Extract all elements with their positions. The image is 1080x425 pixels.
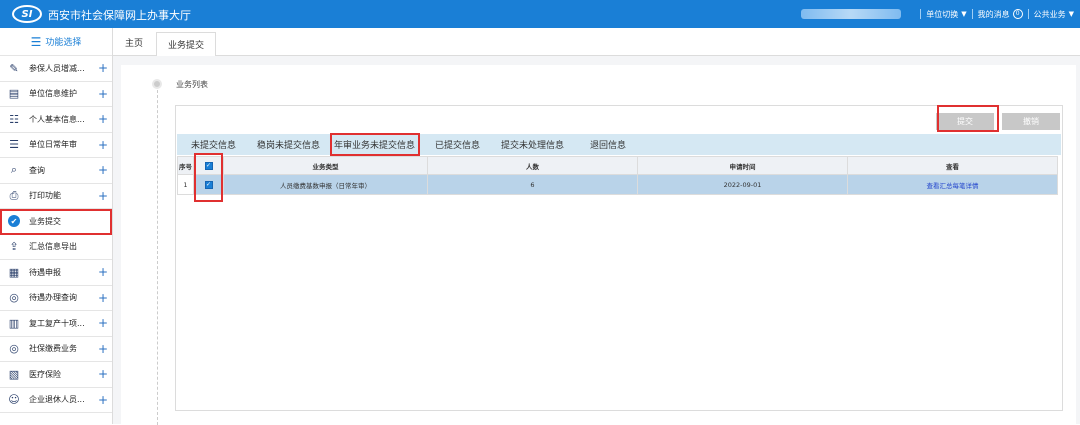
header-divider bbox=[920, 9, 922, 19]
site-logo: SI bbox=[12, 5, 42, 23]
sidebar-item[interactable]: ☰ 单位日常年审 + bbox=[0, 133, 112, 158]
sidebar-item[interactable]: ✎ 参保人员增减... + bbox=[0, 56, 112, 82]
my-messages-label: 我的消息 bbox=[977, 9, 1010, 19]
sidebar-item-label: 汇总信息导出 bbox=[29, 242, 77, 252]
search-circle-icon: ◎ bbox=[9, 342, 19, 356]
subtab-stable-unsubmitted[interactable]: 稳岗未提交信息 bbox=[257, 138, 320, 151]
column-header-type: 业务类型 bbox=[223, 156, 428, 175]
column-header-count: 人数 bbox=[427, 156, 638, 175]
row-seq: 1 bbox=[177, 174, 194, 195]
timeline-line bbox=[157, 85, 158, 425]
subtab-submitted[interactable]: 已提交信息 bbox=[435, 138, 480, 151]
blurred-user-info bbox=[801, 9, 902, 19]
plus-icon[interactable]: + bbox=[98, 291, 108, 305]
revoke-button[interactable]: 撤销 bbox=[1002, 113, 1060, 130]
sidebar-item[interactable]: ▥ 复工复产十项... + bbox=[0, 311, 112, 337]
header-divider bbox=[1027, 9, 1029, 19]
plus-icon[interactable]: + bbox=[98, 112, 108, 126]
list-icon: ☰ bbox=[9, 138, 19, 152]
subtab-returned[interactable]: 退回信息 bbox=[590, 138, 626, 151]
chevron-down-icon: ▼ bbox=[961, 10, 967, 18]
sidebar-item[interactable]: ⌕ 查询 + bbox=[0, 158, 112, 184]
sidebar-item[interactable]: ◎ 待遇办理查询 + bbox=[0, 286, 112, 311]
sidebar-item-label: 业务提交 bbox=[29, 216, 61, 226]
row-person-count: 6 bbox=[427, 174, 638, 195]
row-checkbox[interactable]: ✓ bbox=[204, 181, 213, 189]
row-view-details-link[interactable]: 查看汇总每笔详情 bbox=[847, 174, 1058, 195]
unit-switch-label: 单位切换 bbox=[926, 9, 959, 19]
hamburger-icon: ☰ bbox=[30, 34, 42, 49]
site-title: 西安市社会保障网上办事大厅 bbox=[48, 9, 191, 22]
chevron-down-icon: ▼ bbox=[1068, 10, 1074, 18]
subtab-unsubmitted[interactable]: 未提交信息 bbox=[191, 138, 236, 151]
unit-switch-link[interactable]: 单位切换 ▼ bbox=[926, 9, 966, 20]
printer-icon: ⎙ bbox=[9, 188, 19, 202]
plus-icon[interactable]: + bbox=[98, 265, 108, 279]
plus-icon[interactable]: + bbox=[98, 87, 108, 101]
public-business-link[interactable]: 公共业务 ▼ bbox=[1034, 9, 1074, 20]
column-header-view: 查看 bbox=[847, 156, 1058, 175]
person-card-icon: ☷ bbox=[9, 112, 19, 126]
report-icon: ▦ bbox=[8, 265, 20, 279]
column-header-date: 申请时间 bbox=[637, 156, 848, 175]
section-title: 业务列表 bbox=[176, 80, 208, 89]
plus-icon[interactable]: + bbox=[98, 189, 108, 203]
content-area: 业务列表 提交 撤销 未提交信息 稳岗未提交信息 年审业务未提交信息 已提交信息… bbox=[113, 56, 1080, 425]
submit-button[interactable]: 提交 bbox=[936, 113, 994, 130]
sidebar-item[interactable]: ◎ 社保缴费业务 + bbox=[0, 337, 112, 362]
person-edit-icon: ✎ bbox=[9, 61, 19, 75]
sidebar-item[interactable]: ☷ 个人基本信息... + bbox=[0, 107, 112, 133]
table-header-row: 序号 ✓ 业务类型 人数 申请时间 查看 bbox=[177, 156, 1058, 175]
row-business-type: 人员缴费基数申报（日常年审） bbox=[223, 174, 428, 195]
sidebar-menu: ✎ 参保人员增减... + ▤ 单位信息维护 + ☷ 个人基本信息... + ☰ 单位日常年审 + ⌕ 查… bbox=[0, 56, 112, 413]
plus-icon[interactable]: + bbox=[98, 367, 108, 381]
header-divider bbox=[971, 9, 973, 19]
message-count-badge: 0 bbox=[1012, 9, 1023, 19]
main-panel: 业务列表 提交 撤销 未提交信息 稳岗未提交信息 年审业务未提交信息 已提交信息… bbox=[121, 65, 1076, 425]
row-select-cell: ✓ bbox=[193, 174, 224, 195]
document-icon: ▤ bbox=[8, 87, 20, 101]
sidebar-heading: 功能选择 bbox=[45, 38, 82, 48]
timeline-dot bbox=[152, 79, 162, 89]
tab-bar: 主页 业务提交 bbox=[113, 28, 1080, 57]
business-table: 序号 ✓ 业务类型 人数 申请时间 查看 1 ✓ 人员缴费基数申报（日常年审） … bbox=[177, 156, 1058, 195]
subtab-annual-review-unsubmitted[interactable]: 年审业务未提交信息 bbox=[334, 138, 415, 151]
plus-icon[interactable]: + bbox=[98, 138, 108, 152]
row-apply-date: 2022-09-01 bbox=[637, 174, 848, 195]
plus-icon[interactable]: + bbox=[98, 61, 108, 75]
check-circle-icon: ✔ bbox=[8, 215, 20, 228]
medical-doc-icon: ▧ bbox=[8, 367, 20, 381]
plus-icon[interactable]: + bbox=[98, 163, 108, 177]
table-row[interactable]: 1 ✓ 人员缴费基数申报（日常年审） 6 2022-09-01 查看汇总每笔详情 bbox=[177, 174, 1058, 195]
subtab-submitted-unprocessed[interactable]: 提交未处理信息 bbox=[501, 138, 564, 151]
sidebar-item[interactable]: ▦ 待遇申报 + bbox=[0, 260, 112, 286]
search-icon: ⌕ bbox=[10, 163, 18, 177]
sidebar: ☰ 功能选择 ✎ 参保人员增减... + ▤ 单位信息维护 + ☷ 个人基本信息... + ☰ 单位… bbox=[0, 28, 113, 424]
select-all-checkbox[interactable]: ✓ bbox=[204, 162, 213, 170]
sidebar-item[interactable]: ✔ 业务提交 bbox=[0, 209, 112, 235]
sidebar-item[interactable]: ⎙ 打印功能 + bbox=[0, 184, 112, 209]
my-messages-link[interactable]: 我的消息 0 bbox=[978, 9, 1023, 20]
plus-icon[interactable]: + bbox=[98, 342, 108, 356]
column-header-seq: 序号 bbox=[177, 156, 194, 175]
header-actions: 单位切换 ▼ 我的消息 0 公共业务 ▼ bbox=[801, 8, 1074, 20]
search-circle-icon: ◎ bbox=[9, 291, 19, 305]
plus-icon[interactable]: + bbox=[98, 316, 108, 330]
public-business-label: 公共业务 bbox=[1033, 9, 1066, 19]
sidebar-item[interactable]: ⇪ 汇总信息导出 bbox=[0, 235, 112, 260]
tab-business-submit[interactable]: 业务提交 bbox=[156, 32, 216, 57]
column-header-select: ✓ bbox=[193, 156, 224, 175]
status-subtabs: 未提交信息 稳岗未提交信息 年审业务未提交信息 已提交信息 提交未处理信息 退回… bbox=[177, 134, 1061, 155]
plus-icon[interactable]: + bbox=[98, 393, 108, 407]
top-header: SI 西安市社会保障网上办事大厅 单位切换 ▼ 我的消息 0 公共业务 ▼ bbox=[0, 0, 1080, 28]
sidebar-item[interactable]: ▧ 医疗保险 + bbox=[0, 362, 112, 388]
export-icon: ⇪ bbox=[9, 240, 19, 254]
person-icon: ☺ bbox=[8, 393, 20, 407]
sidebar-item[interactable]: ☺ 企业退休人员... + bbox=[0, 388, 112, 413]
document-list-icon: ▥ bbox=[8, 316, 20, 330]
function-menu-toggle[interactable]: ☰ 功能选择 bbox=[0, 28, 112, 56]
business-list-box: 提交 撤销 未提交信息 稳岗未提交信息 年审业务未提交信息 已提交信息 提交未处… bbox=[175, 105, 1063, 411]
sidebar-item[interactable]: ▤ 单位信息维护 + bbox=[0, 82, 112, 107]
tab-home[interactable]: 主页 bbox=[125, 36, 143, 49]
